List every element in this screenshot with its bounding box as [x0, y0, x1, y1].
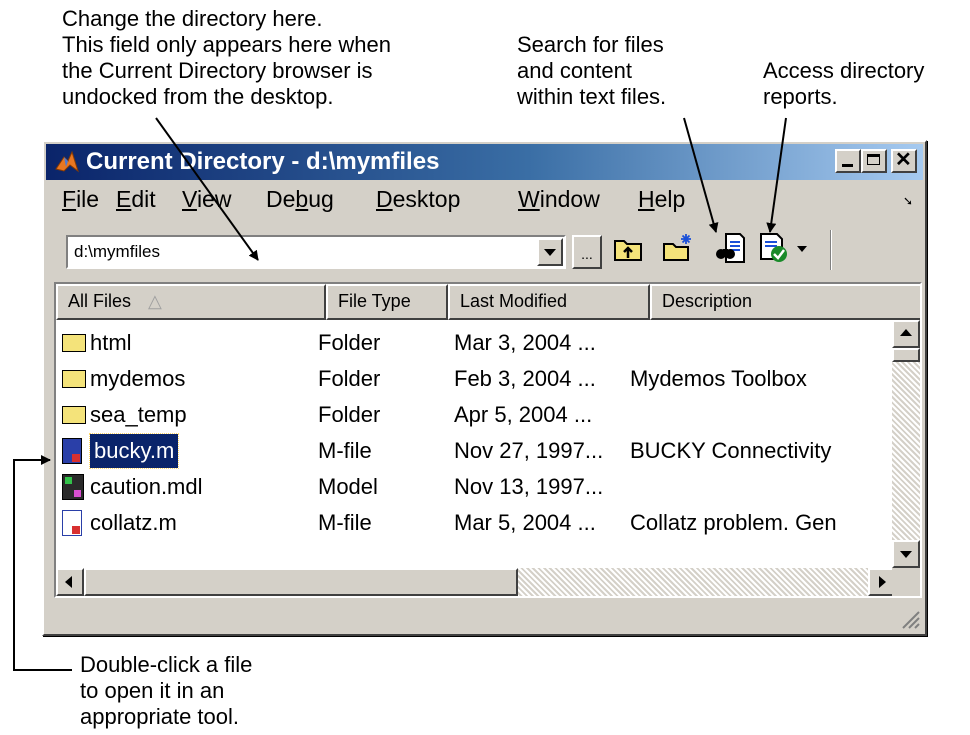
- callout-leader-lines: [13, 117, 787, 671]
